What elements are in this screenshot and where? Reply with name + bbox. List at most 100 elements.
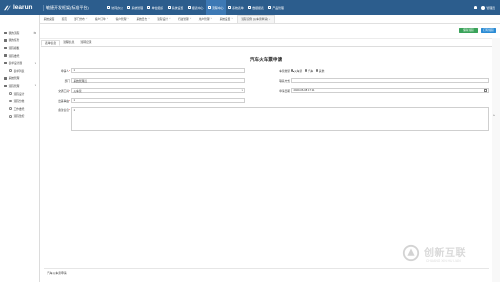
subtab-form-info[interactable]: 表单信息 xyxy=(41,39,61,46)
tab-5[interactable]: 系统日志 ✕ xyxy=(133,15,154,24)
sidebar-item-9[interactable]: 流程分类 xyxy=(0,97,39,105)
sidebar-item-8[interactable]: 流程设计 xyxy=(0,90,39,98)
remark-textarea[interactable]: 1 xyxy=(71,107,489,131)
chart-icon xyxy=(187,6,191,9)
close-icon[interactable]: ✕ xyxy=(148,17,150,20)
close-icon[interactable]: ✕ xyxy=(127,17,129,20)
radio-train[interactable]: 火车票 xyxy=(291,69,302,73)
sidebar-item-1[interactable]: 我的任务 xyxy=(0,37,39,45)
topnav-item-0[interactable]: 协同办公 xyxy=(105,0,125,15)
product-icon xyxy=(268,6,272,9)
applicant-input[interactable]: 1 xyxy=(71,68,245,73)
tab-4[interactable]: 客户管理 ✕ xyxy=(112,15,133,24)
tab-8[interactable]: 用户管理 ✕ xyxy=(195,15,216,24)
tab-0[interactable]: 系统桌面 xyxy=(40,15,58,24)
date-label: 申请日期 xyxy=(279,90,290,93)
subtab-flow-record[interactable]: 流转记录 xyxy=(77,39,94,46)
close-icon[interactable]: ✕ xyxy=(211,17,213,20)
traffic-label: 交通工具* xyxy=(58,90,70,93)
close-icon[interactable]: ✕ xyxy=(86,17,88,20)
print-flow-button[interactable]: 打印流程 xyxy=(481,27,496,34)
topnav-item-7[interactable]: 数据报表 xyxy=(246,0,266,15)
tab-2[interactable]: 部门分布 ✕ xyxy=(71,15,92,24)
circle-icon xyxy=(9,92,12,95)
topnav-item-3[interactable]: 系统设置 xyxy=(165,0,185,15)
menu-icon xyxy=(4,54,7,57)
calendar-icon[interactable] xyxy=(484,89,487,92)
tab-1[interactable]: 首页 xyxy=(58,15,71,24)
close-icon[interactable]: ✕ xyxy=(190,17,192,20)
phone-label: 联系方式 xyxy=(279,80,290,83)
topnav-item-6[interactable]: 系统表单 xyxy=(226,0,246,15)
top-nav: 协同办公 系统管理 单位组织 系统设置 报表中心 流程中心 系统表单 数据报表 … xyxy=(105,0,286,15)
org-icon xyxy=(147,6,151,9)
sidebar-item-4[interactable]: 表单设计器 ▾ xyxy=(0,59,39,67)
watermark: 创新互联 CHUANG XIN HU LIAN xyxy=(400,240,500,280)
expand-arrow-icon[interactable]: ▸ xyxy=(494,113,499,118)
menu-icon xyxy=(4,61,7,65)
close-icon[interactable]: ✕ xyxy=(269,18,271,21)
radio-icon xyxy=(291,69,294,73)
form-title: 汽车火车票申请 xyxy=(249,57,283,62)
sidebar-item-6[interactable]: 系统管理 xyxy=(0,75,39,83)
topnav-item-5[interactable]: 流程中心 xyxy=(205,0,226,15)
chevron-down-icon: ▾ xyxy=(241,90,243,92)
chevron-down-icon: ▾ xyxy=(34,84,36,88)
monitor-icon xyxy=(167,6,171,9)
tab-9[interactable]: 系统设置 ✕ xyxy=(216,15,237,24)
sidebar-item-7[interactable]: 流程管理 ▾ xyxy=(0,82,39,90)
sidebar: ⇆ 我的流程 我的任务 流程模板 流程委托 表单设计器 ▾ 表单列表 系统管理 流… xyxy=(0,15,40,282)
brand-logo[interactable]: learun xyxy=(0,0,40,15)
required-mark: * xyxy=(68,90,70,93)
reason-label: 出差事由* xyxy=(58,100,70,103)
topnav-item-8[interactable]: 产品管理 xyxy=(266,0,286,15)
traffic-select[interactable]: 火车票 ▾ xyxy=(71,88,245,93)
ticket-type-label: 车票类型 xyxy=(279,70,290,73)
menu-icon xyxy=(4,77,7,80)
radio-other[interactable]: 其他 xyxy=(315,69,324,73)
close-icon[interactable]: ✕ xyxy=(231,17,233,20)
sidebar-item-3[interactable]: 流程委托 xyxy=(0,52,39,60)
menu-icon xyxy=(4,46,7,50)
ticket-type-radios: 火车票 汽车 其他 xyxy=(291,69,327,73)
bottom-form-name: 汽车火车票申请 xyxy=(47,271,67,275)
form-icon xyxy=(227,6,231,9)
watermark-text: 创新互联 xyxy=(424,248,466,259)
topnav-item-2[interactable]: 单位组织 xyxy=(145,0,165,15)
top-right-area: 管理员 xyxy=(473,0,495,15)
dept-input[interactable]: 系统管理员 xyxy=(71,78,245,83)
radio-bus[interactable]: 汽车 xyxy=(304,69,313,73)
subtab-flow-info[interactable]: 流程信息 xyxy=(60,39,77,46)
topnav-item-4[interactable]: 报表中心 xyxy=(186,0,206,15)
close-icon[interactable]: ✕ xyxy=(107,17,109,20)
bell-icon[interactable] xyxy=(473,5,478,10)
tab-7[interactable]: 行政管理 ✕ xyxy=(174,15,195,24)
sidebar-item-2[interactable]: 流程模板 xyxy=(0,44,39,52)
watermark-subtext: CHUANG XIN HU LIAN xyxy=(426,259,461,263)
toolbar: 保存流程 打印流程 xyxy=(40,23,500,39)
tab-10[interactable]: 流程实例 [火车票申请] ✕ xyxy=(236,14,276,23)
sidebar-item-0[interactable]: 我的流程 xyxy=(0,29,39,37)
system-name: 敏捷开发框架(标准平台) xyxy=(43,4,105,11)
radio-icon xyxy=(315,69,319,72)
reason-input[interactable]: 1 xyxy=(71,98,245,103)
date-input[interactable]: 2020-06-08 17:11 xyxy=(291,88,489,93)
user-menu[interactable]: 管理员 xyxy=(481,5,495,10)
avatar xyxy=(481,5,486,10)
phone-input[interactable] xyxy=(291,78,489,83)
logo-mark-icon xyxy=(4,5,11,10)
watermark-logo-icon xyxy=(402,244,420,262)
radio-icon xyxy=(304,69,308,72)
page-tabs: 系统桌面 首页 部门分布 ✕ 客户订单 ✕ 客户管理 ✕ 系统日志 ✕ 流程设计 ✕ 行政… xyxy=(40,14,500,24)
sidebar-item-10[interactable]: 工作委托 xyxy=(0,105,39,113)
sidebar-item-11[interactable]: 流程监控 xyxy=(0,113,39,121)
tab-3[interactable]: 客户订单 ✕ xyxy=(91,15,112,24)
tab-6[interactable]: 流程设计 ✕ xyxy=(154,15,175,24)
top-navbar: learun 敏捷开发框架(标准平台) 协同办公 系统管理 单位组织 系统设置 … xyxy=(0,0,500,15)
circle-icon xyxy=(9,69,12,73)
close-icon[interactable]: ✕ xyxy=(169,17,171,20)
menu-icon xyxy=(4,31,7,35)
sidebar-item-5[interactable]: 表单列表 xyxy=(0,67,39,75)
save-flow-button[interactable]: 保存流程 xyxy=(459,27,478,34)
topnav-item-1[interactable]: 系统管理 xyxy=(125,0,145,15)
